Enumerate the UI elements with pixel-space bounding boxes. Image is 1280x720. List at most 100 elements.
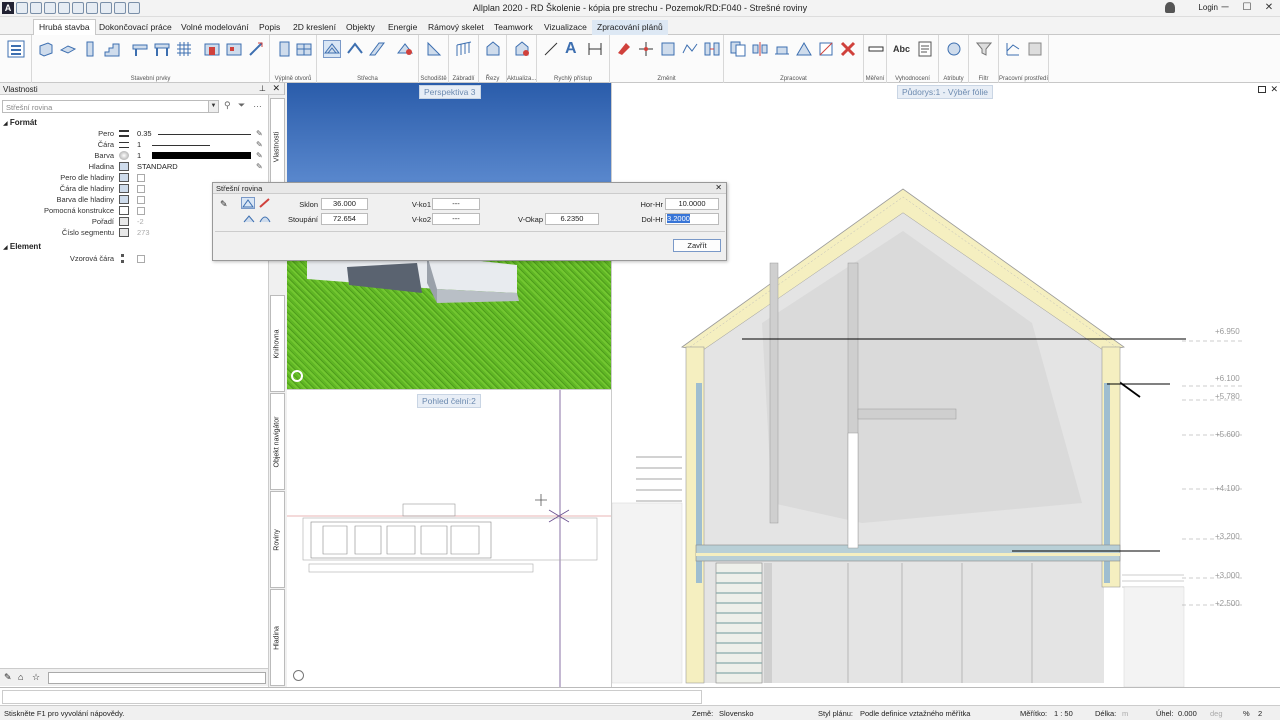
eyedropper-small-icon[interactable]: ✎: [4, 672, 12, 683]
move-icon[interactable]: [774, 41, 790, 57]
close-dialog-button[interactable]: Zavřít: [673, 239, 721, 252]
measure-icon[interactable]: [868, 41, 884, 57]
polyline-icon[interactable]: [682, 41, 698, 57]
favorites-input[interactable]: [48, 672, 266, 684]
sidetab-roviny[interactable]: Roviny: [270, 491, 285, 588]
viewport-plan[interactable]: Půdorys:1 - Výběr fólie ✕ +6.950 +6.100 …: [611, 83, 1280, 687]
sidetab-knihovna[interactable]: Knihovna: [270, 295, 285, 392]
staircase-icon[interactable]: [426, 41, 442, 57]
tab-volne-modelovani[interactable]: Volné modelování: [176, 20, 254, 35]
tab-hruba-stavba[interactable]: Hrubá stavba: [33, 19, 96, 36]
door-icon[interactable]: [276, 41, 292, 57]
pen-by-layer-checkbox[interactable]: [137, 174, 145, 182]
wall-edit-icon[interactable]: [248, 41, 264, 57]
chevron-down-icon[interactable]: ▼: [208, 101, 218, 112]
open-icon[interactable]: [30, 2, 42, 14]
line-value[interactable]: 1: [137, 140, 141, 149]
order-value[interactable]: -2: [137, 217, 144, 226]
eraser-icon[interactable]: [616, 41, 632, 57]
sidetab-hladina[interactable]: Hladina: [270, 589, 285, 686]
scale-icon[interactable]: [818, 41, 834, 57]
slab-icon[interactable]: [60, 41, 76, 57]
pen-value[interactable]: 0.35: [137, 129, 152, 138]
viewport-front[interactable]: Pohled čelní:2: [287, 389, 611, 687]
layer-value[interactable]: STANDARD: [137, 162, 178, 171]
dolhr-input[interactable]: 3.2000: [665, 213, 719, 225]
mirror-icon[interactable]: [752, 41, 768, 57]
plan-style-value[interactable]: Podle definice vztažného měřítka: [860, 709, 970, 718]
railing-icon[interactable]: [456, 41, 472, 57]
undo-icon[interactable]: [72, 2, 84, 14]
roof-plane-icon[interactable]: [323, 40, 341, 58]
fullscreen-icon[interactable]: [1027, 41, 1043, 57]
report-icon[interactable]: [917, 41, 933, 57]
redo-icon[interactable]: [86, 2, 98, 14]
vko1-input[interactable]: ---: [432, 198, 480, 210]
color-value[interactable]: 1: [137, 151, 141, 160]
length-value[interactable]: m: [1122, 709, 1128, 718]
lintel-icon[interactable]: [154, 41, 170, 57]
column-icon[interactable]: [82, 41, 98, 57]
construction-line-checkbox[interactable]: [137, 207, 145, 215]
section-element[interactable]: ◢ Element: [3, 242, 41, 251]
eyedropper-icon[interactable]: ✎: [256, 140, 265, 149]
rotate-icon[interactable]: [796, 41, 812, 57]
minimize-button[interactable]: ─: [1214, 0, 1236, 17]
update-icon[interactable]: [514, 41, 530, 57]
sklon-input[interactable]: 36.000: [321, 198, 368, 210]
print-icon[interactable]: [58, 2, 70, 14]
section-format[interactable]: ◢ Formát: [3, 118, 37, 127]
copy-icon[interactable]: [730, 41, 746, 57]
pattern-line-checkbox[interactable]: [137, 255, 145, 263]
percent-value[interactable]: 2: [1258, 709, 1262, 718]
scale-value[interactable]: 1 : 50: [1054, 709, 1073, 718]
allplan-logo-icon[interactable]: A: [2, 2, 14, 14]
grid-icon[interactable]: [176, 41, 192, 57]
tab-objekty[interactable]: Objekty: [341, 20, 380, 35]
navigation-icon[interactable]: [291, 370, 303, 382]
section-icon[interactable]: [485, 41, 501, 57]
close-panel-icon[interactable]: ✕: [272, 83, 280, 94]
search-icon[interactable]: ⚲: [224, 100, 231, 111]
filter-icon[interactable]: [976, 41, 992, 57]
save-icon[interactable]: [44, 2, 56, 14]
stoupani-input[interactable]: 72.654: [321, 213, 368, 225]
text-icon[interactable]: A: [565, 41, 581, 57]
roof-icon[interactable]: [347, 41, 363, 57]
pin-icon[interactable]: ⊥: [259, 84, 266, 93]
tools-icon[interactable]: [128, 2, 140, 14]
tab-energie[interactable]: Energie: [383, 20, 422, 35]
tab-popis[interactable]: Popis: [254, 20, 285, 35]
dimension-icon[interactable]: [587, 41, 603, 57]
sidetab-vlastnosti[interactable]: Vlastnosti: [270, 98, 285, 195]
country-value[interactable]: Slovensko: [719, 709, 754, 718]
maximize-button[interactable]: ☐: [1236, 0, 1258, 17]
tab-ramovy-skelet[interactable]: Rámový skelet: [423, 20, 489, 35]
join-icon[interactable]: [704, 41, 720, 57]
more-options-icon[interactable]: …: [253, 99, 262, 109]
color-by-layer-checkbox[interactable]: [137, 196, 145, 204]
tab-dokoncovaci-prace[interactable]: Dokončovací práce: [94, 20, 177, 35]
layers-icon[interactable]: [114, 2, 126, 14]
niche-icon[interactable]: [226, 41, 242, 57]
element-type-select[interactable]: Střešní rovina ▼: [2, 100, 219, 113]
delete-icon[interactable]: [840, 41, 856, 57]
eyedropper-icon[interactable]: ✎: [256, 129, 265, 138]
attributes-icon[interactable]: [946, 41, 962, 57]
filter-small-icon[interactable]: ⏷: [238, 100, 245, 111]
spellcheck-icon[interactable]: Abc: [893, 41, 910, 57]
window-icon[interactable]: [296, 41, 312, 57]
tab-2d-kresleni[interactable]: 2D kreslení: [288, 20, 341, 35]
horhr-input[interactable]: 10.0000: [665, 198, 719, 210]
menu-icon[interactable]: [6, 39, 26, 59]
eyedropper-icon[interactable]: ✎: [256, 162, 265, 171]
workspace-icon[interactable]: [1005, 41, 1021, 57]
tab-teamwork[interactable]: Teamwork: [489, 20, 538, 35]
vokap-input[interactable]: 6.2350: [545, 213, 599, 225]
dialog-close-icon[interactable]: ✕: [715, 183, 722, 192]
vko2-input[interactable]: ---: [432, 213, 480, 225]
new-file-icon[interactable]: [16, 2, 28, 14]
favorites-icon[interactable]: ☆: [32, 672, 40, 683]
tab-vizualizace[interactable]: Vizualizace: [539, 20, 592, 35]
sidetab-objekt-navigator[interactable]: Objekt navigátor: [270, 393, 285, 490]
